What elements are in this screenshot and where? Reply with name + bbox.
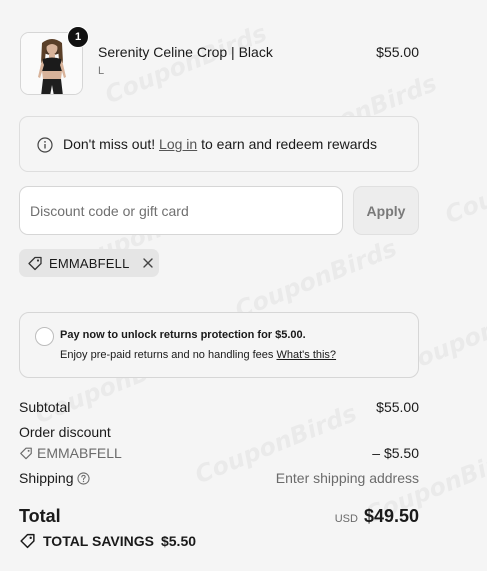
total-savings: TOTAL SAVINGS $5.50 [19, 532, 196, 549]
currency-code: USD [334, 513, 358, 525]
apply-button[interactable]: Apply [353, 186, 419, 235]
quantity-badge: 1 [67, 26, 89, 48]
tag-icon [20, 447, 32, 460]
rewards-suffix: to earn and redeem rewards [201, 136, 377, 152]
total-amount: USD $49.50 [335, 506, 419, 527]
watermark: CouponBirds [441, 139, 487, 229]
returns-protection-checkbox[interactable] [35, 327, 54, 346]
rewards-prefix: Don't miss out! [63, 136, 156, 152]
subtotal-value: $55.00 [376, 399, 419, 415]
discount-value: – $5.50 [372, 445, 419, 461]
help-icon[interactable] [76, 472, 90, 485]
product-name: Serenity Celine Crop | Black [98, 44, 273, 60]
product-variant: L [98, 65, 105, 77]
savings-label: TOTAL SAVINGS [43, 532, 154, 549]
discount-code-row: EMMABFELL [19, 445, 122, 461]
whats-this-link[interactable]: What's this? [276, 349, 336, 361]
shipping-value: Enter shipping address [275, 470, 419, 486]
returns-protection-box: Pay now to unlock returns protection for… [19, 312, 419, 378]
discount-code-text: EMMABFELL [37, 445, 122, 461]
total-value: $49.50 [363, 506, 419, 526]
watermark: CouponBirds [101, 19, 271, 109]
protection-body: Enjoy pre-paid returns and no handling f… [60, 349, 336, 361]
protection-title: Pay now to unlock returns protection for… [60, 329, 306, 341]
subtotal-label: Subtotal [19, 399, 71, 415]
applied-code: EMMABFELL [49, 255, 130, 271]
order-discount-label: Order discount [19, 424, 111, 440]
product-price: $55.00 [376, 44, 419, 60]
remove-code-icon[interactable] [142, 257, 154, 269]
watermark: CouponBirds [231, 234, 401, 324]
total-label: Total [19, 506, 61, 526]
discount-code-input[interactable] [19, 186, 343, 235]
applied-code-chip: EMMABFELL [19, 249, 159, 277]
shipping-row: Shipping [19, 470, 90, 486]
rewards-banner: Don't miss out! Log in to earn and redee… [19, 116, 419, 172]
savings-value: $5.50 [160, 532, 197, 549]
info-icon [37, 137, 53, 153]
login-link[interactable]: Log in [159, 136, 197, 152]
tag-icon [20, 533, 35, 549]
tag-icon [28, 256, 42, 271]
protection-body-text: Enjoy pre-paid returns and no handling f… [60, 349, 274, 361]
shipping-label: Shipping [19, 470, 74, 486]
